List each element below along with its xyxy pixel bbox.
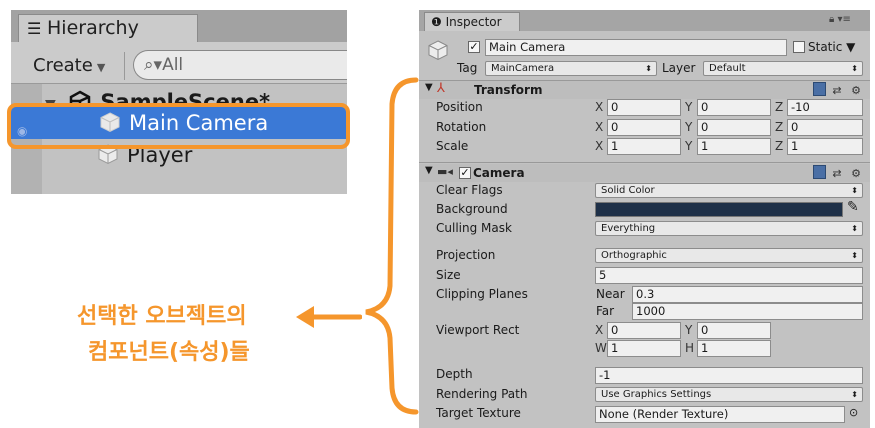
inspector-tab-bar: ❶ Inspector 🔒︎ ▾≡ [419,10,870,31]
search-placeholder: All [162,55,184,75]
tag-dropdown[interactable]: MainCamera ⬍ [485,61,657,76]
transform-header[interactable]: ▼ ⅄ Transform ⇄ ⚙ [419,81,870,99]
axis-x-label: X [595,323,604,337]
gameobject-cube-icon [427,39,449,61]
axis-y-label: Y [685,323,693,337]
camera-title: Camera [473,166,525,180]
axis-x-label: X [595,120,604,134]
near-label: Near [596,287,625,301]
axis-h-label: H [685,341,695,355]
field-label: Rotation [436,120,487,134]
dropdown-arrow-icon: ▼ [96,61,106,74]
axis-z-label: Z [775,139,784,153]
position-z-field[interactable]: -10 [787,99,863,116]
camera-icon: ▬◂ [437,165,453,178]
viewport-rect-label: Viewport Rect [436,323,520,337]
create-button-label: Create [33,55,93,76]
axis-y-label: Y [685,100,693,114]
viewport-y-field[interactable]: 0 [697,322,771,339]
annotation-line-1: 선택한 오브젝트의 [77,304,247,329]
position-y-field[interactable]: 0 [697,99,771,116]
scale-y-field[interactable]: 1 [697,138,771,155]
size-field[interactable]: 5 [595,267,863,284]
layer-label: Layer [662,61,696,75]
static-checkbox[interactable] [793,41,805,53]
rendering-path-dropdown[interactable]: Use Graphics Settings ⬍ [595,387,863,402]
scale-x-field[interactable]: 1 [607,138,681,155]
clipping-planes-label: Clipping Planes [436,287,528,301]
target-texture-field[interactable]: None (Render Texture) [595,406,845,423]
camera-header[interactable]: ▼ ▬◂ ✓ Camera ⇄ ⚙ [419,164,870,182]
position-x-field[interactable]: 0 [607,99,681,116]
search-icon: ⌕▾ [144,55,163,75]
object-picker-icon[interactable]: ⊙ [849,406,858,419]
culling-mask-label: Culling Mask [436,221,512,235]
component-menu-icons[interactable]: ⇄ ⚙ [812,165,864,180]
axis-z-label: Z [775,100,784,114]
arrow-left-icon [296,306,362,328]
axis-y-label: Y [685,120,693,134]
rotation-z-field[interactable]: 0 [787,119,863,136]
background-label: Background [436,202,508,216]
eyedropper-icon[interactable]: ✎ [847,199,859,215]
culling-mask-dropdown[interactable]: Everything ⬍ [595,221,863,236]
selection-highlight-box [7,103,350,149]
active-checkbox[interactable]: ✓ [468,41,480,53]
projection-label: Projection [436,248,496,262]
field-label: Scale [436,139,469,153]
transform-title: Transform [474,83,543,97]
axis-y-label: Y [685,139,693,153]
hierarchy-search-input[interactable]: ⌕▾All [133,50,347,80]
annotation-line-2: 컴포넌트(속성)들 [88,340,250,365]
background-color-swatch[interactable] [595,202,843,217]
brace-icon [365,77,419,415]
far-label: Far [596,304,615,318]
viewport-w-field[interactable]: 1 [607,340,681,357]
hierarchy-panel: ☰ Hierarchy Create ▼ ⌕▾All ▼ SampleScene* … [11,10,347,194]
transform-icon: ⅄ [437,81,445,96]
help-book-icon [812,82,826,96]
layer-dropdown[interactable]: Default ⬍ [703,61,863,76]
inspector-tab-label: Inspector [445,15,502,29]
depth-label: Depth [436,367,473,381]
rotation-x-field[interactable]: 0 [607,119,681,136]
near-field[interactable]: 0.3 [632,286,863,303]
viewport-h-field[interactable]: 1 [697,340,771,357]
lock-icon[interactable]: 🔒︎ ▾≡ [829,14,851,25]
projection-dropdown[interactable]: Orthographic ⬍ [595,248,863,263]
hierarchy-tab[interactable]: ☰ Hierarchy [18,14,198,42]
size-label: Size [436,268,461,282]
hierarchy-tab-bar: ☰ Hierarchy [11,10,347,42]
help-book-icon [812,165,826,179]
camera-enabled-checkbox[interactable]: ✓ [459,167,471,179]
rotation-y-field[interactable]: 0 [697,119,771,136]
axis-x-label: X [595,139,604,153]
fold-arrow-icon[interactable]: ▼ [425,82,433,93]
scale-z-field[interactable]: 1 [787,138,863,155]
tag-label: Tag [457,61,478,75]
rendering-path-label: Rendering Path [436,387,528,401]
inspector-tab[interactable]: ❶ Inspector [424,12,520,31]
hierarchy-toolbar: Create ▼ ⌕▾All [11,42,347,84]
axis-w-label: W [595,341,607,355]
component-menu-icons[interactable]: ⇄ ⚙ [812,82,864,97]
axis-x-label: X [595,100,604,114]
target-texture-label: Target Texture [436,406,521,420]
field-label: Position [436,100,483,114]
clear-flags-label: Clear Flags [436,183,503,197]
object-name-field[interactable]: Main Camera [485,39,787,56]
divider [419,162,870,163]
fold-arrow-icon[interactable]: ▼ [425,165,433,176]
viewport-x-field[interactable]: 0 [607,322,681,339]
hierarchy-tab-label: Hierarchy [47,17,139,39]
create-button[interactable]: Create ▼ [23,52,125,80]
clear-flags-dropdown[interactable]: Solid Color ⬍ [595,183,863,198]
far-field[interactable]: 1000 [632,303,863,320]
inspector-panel: ❶ Inspector 🔒︎ ▾≡ ✓ Main Camera Static ▼… [419,10,870,428]
list-icon: ☰ [27,19,42,38]
axis-z-label: Z [775,120,784,134]
static-label[interactable]: Static ▼ [808,39,855,55]
info-icon: ❶ [431,15,442,29]
depth-field[interactable]: -1 [595,367,863,384]
